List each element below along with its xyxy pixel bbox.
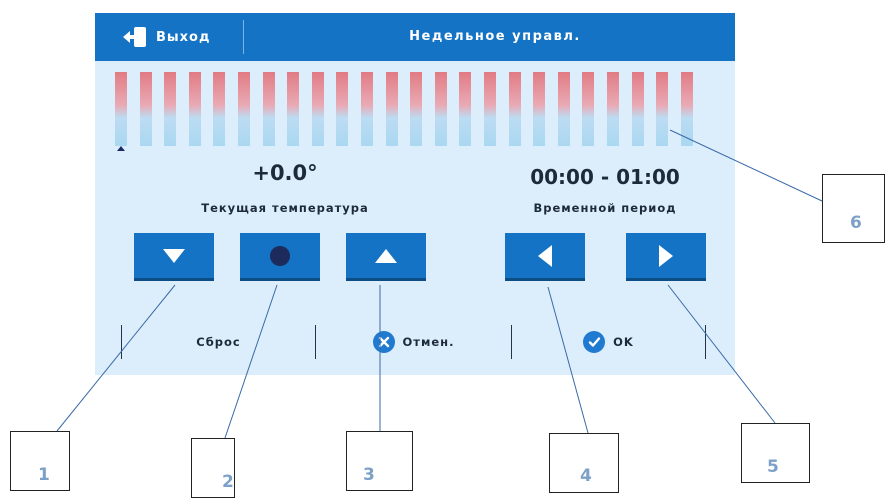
footer-divider: [705, 325, 706, 359]
reset-label: Сброс: [196, 335, 241, 349]
increase-temperature-button[interactable]: [346, 233, 426, 281]
arrow-down-icon: [163, 248, 185, 263]
hour-bar[interactable]: [484, 72, 496, 146]
hour-bar[interactable]: [386, 72, 398, 146]
hour-bar[interactable]: [164, 72, 176, 146]
hour-bar[interactable]: [140, 72, 152, 146]
hour-bars[interactable]: [95, 13, 735, 375]
callout-2: 2: [191, 438, 235, 498]
hour-bar[interactable]: [533, 72, 545, 146]
reset-button[interactable]: Сброс: [122, 323, 315, 361]
hour-bar[interactable]: [312, 72, 324, 146]
hour-bar[interactable]: [558, 72, 570, 146]
hour-bar[interactable]: [336, 72, 348, 146]
ok-button[interactable]: OK: [512, 323, 705, 361]
arrow-left-icon: [538, 244, 552, 267]
current-hour-marker: [117, 146, 125, 151]
hour-bar[interactable]: [238, 72, 250, 146]
next-period-button[interactable]: [626, 233, 706, 281]
hour-bar[interactable]: [681, 72, 693, 146]
hour-bar[interactable]: [410, 72, 422, 146]
hour-bar[interactable]: [607, 72, 619, 146]
callout-4: 4: [549, 433, 619, 493]
hour-bar[interactable]: [656, 72, 668, 146]
hour-bar[interactable]: [509, 72, 521, 146]
previous-period-button[interactable]: [505, 233, 585, 281]
dot-icon: [270, 245, 290, 266]
callout-5: 5: [741, 423, 810, 483]
cancel-button[interactable]: Отмен.: [316, 323, 511, 361]
callout-6: 6: [822, 174, 885, 243]
cancel-icon: [372, 331, 395, 353]
controller-screen: Выход Недельное управл. +0.0° Текущая те…: [95, 13, 735, 375]
decrease-temperature-button[interactable]: [134, 233, 214, 281]
period-value: 00:00 - 01:00: [530, 165, 680, 189]
callout-1: 1: [10, 431, 70, 491]
hour-bar[interactable]: [632, 72, 644, 146]
set-default-button[interactable]: [240, 233, 320, 281]
period-label: Временной период: [533, 201, 677, 215]
hour-bar[interactable]: [287, 72, 299, 146]
hour-bar[interactable]: [459, 72, 471, 146]
ok-label: OK: [613, 335, 634, 349]
arrow-right-icon: [659, 244, 673, 267]
hour-bar[interactable]: [115, 72, 127, 146]
hour-bar[interactable]: [361, 72, 373, 146]
hour-bar[interactable]: [213, 72, 225, 146]
checkmark-icon: [583, 331, 606, 353]
hour-bar[interactable]: [435, 72, 447, 146]
hour-bar[interactable]: [263, 72, 275, 146]
cancel-label: Отмен.: [402, 335, 455, 349]
temperature-label: Текущая температура: [201, 201, 369, 215]
temperature-value: +0.0°: [252, 161, 318, 185]
callout-3: 3: [346, 431, 413, 491]
hour-bar[interactable]: [189, 72, 201, 146]
arrow-up-icon: [375, 248, 397, 263]
hour-bar[interactable]: [582, 72, 594, 146]
